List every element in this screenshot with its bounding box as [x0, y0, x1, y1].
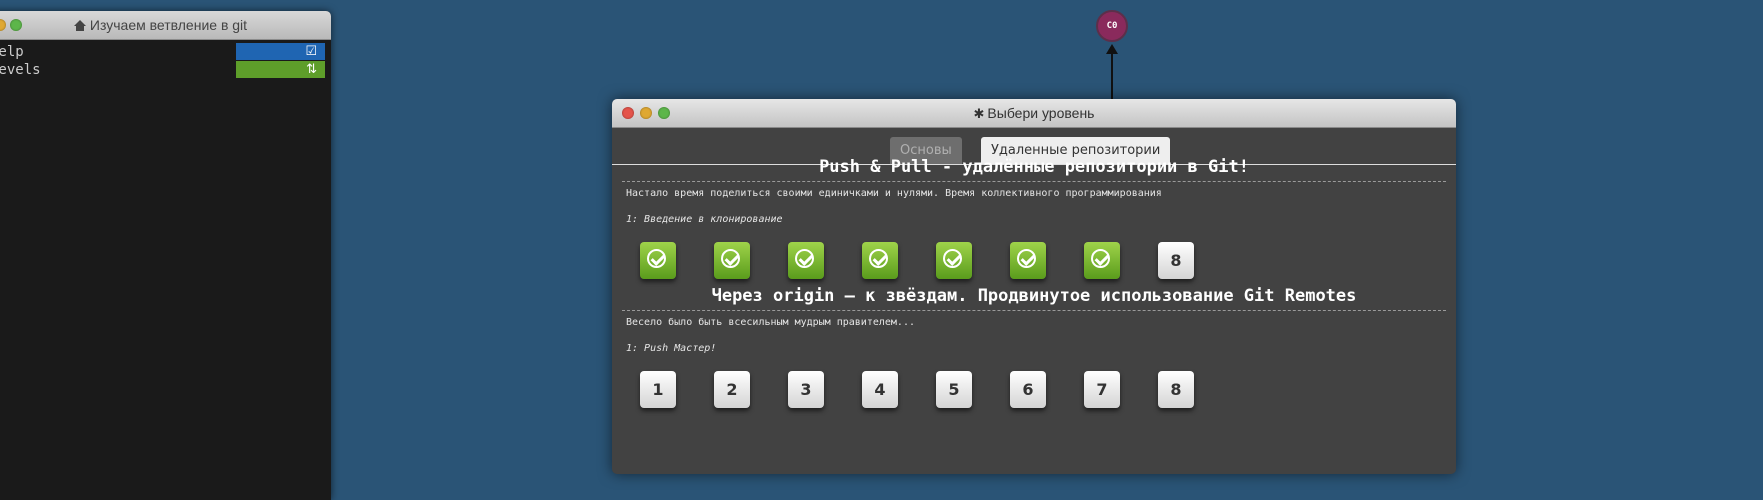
- level-button-7[interactable]: [1084, 242, 1120, 279]
- check-icon: [1017, 249, 1036, 268]
- level-button-3[interactable]: [788, 242, 824, 279]
- level-button-5[interactable]: [936, 242, 972, 279]
- level-button-8[interactable]: 8: [1158, 371, 1194, 408]
- minimize-window-button[interactable]: [0, 19, 6, 31]
- level-select-dialog: ✱ Выбери уровень Основы Удаленные репозит…: [612, 99, 1456, 474]
- check-icon: [721, 249, 740, 268]
- section-description: Настало время поделиться своими единичка…: [626, 188, 1162, 199]
- sort-arrows-icon: ⇅: [306, 62, 317, 77]
- minimize-window-button[interactable]: [640, 107, 652, 119]
- command-help[interactable]: help ☑: [0, 43, 331, 61]
- level-button-7[interactable]: 7: [1084, 371, 1120, 408]
- level-button-4[interactable]: [862, 242, 898, 279]
- level-button-2[interactable]: [714, 242, 750, 279]
- section-title: Через origin – к звёздам. Продвинутое ис…: [711, 286, 1357, 306]
- level-button-6[interactable]: 6: [1010, 371, 1046, 408]
- commit-node[interactable]: C0: [1096, 10, 1128, 42]
- check-icon: [647, 249, 666, 268]
- command-text: levels: [0, 62, 41, 78]
- section-divider: [622, 310, 1446, 311]
- section-divider: [622, 181, 1446, 182]
- level-row: 1 2 3 4 5 6 7 8: [640, 371, 1420, 413]
- level-button-3[interactable]: 3: [788, 371, 824, 408]
- maximize-window-button[interactable]: [658, 107, 670, 119]
- terminal-window: Изучаем ветвление в git help ☑ levels ⇅: [0, 11, 331, 500]
- current-level-name: 1: Push Мастер!: [626, 343, 717, 354]
- command-status-bar: ⇅: [236, 61, 325, 78]
- checkbox-icon: ☑: [305, 44, 317, 59]
- check-icon: [869, 249, 888, 268]
- command-text: help: [0, 44, 24, 60]
- check-icon: [1091, 249, 1110, 268]
- level-button-2[interactable]: 2: [714, 371, 750, 408]
- level-button-1[interactable]: [640, 242, 676, 279]
- current-level-name: 1: Введение в клонирование: [626, 214, 783, 225]
- dialog-titlebar: ✱ Выбери уровень: [612, 99, 1456, 128]
- level-button-4[interactable]: 4: [862, 371, 898, 408]
- home-icon: [73, 20, 86, 31]
- section-title: Push & Pull - удалённые репозитории в Gi…: [819, 157, 1249, 177]
- level-button-8[interactable]: 8: [1158, 242, 1194, 279]
- level-button-5[interactable]: 5: [936, 371, 972, 408]
- level-row: 8: [640, 242, 1420, 284]
- maximize-window-button[interactable]: [10, 19, 22, 31]
- section-description: Весело было быть всесильным мудрым прави…: [626, 317, 915, 328]
- dialog-title: Выбери уровень: [987, 105, 1095, 121]
- gear-icon: ✱: [973, 106, 985, 121]
- check-icon: [943, 249, 962, 268]
- command-levels[interactable]: levels ⇅: [0, 61, 331, 79]
- branch-arrow-line: [1111, 52, 1113, 100]
- level-button-1[interactable]: 1: [640, 371, 676, 408]
- level-button-6[interactable]: [1010, 242, 1046, 279]
- terminal-titlebar: Изучаем ветвление в git: [0, 11, 331, 40]
- command-status-bar: ☑: [236, 43, 325, 60]
- close-window-button[interactable]: [622, 107, 634, 119]
- check-icon: [795, 249, 814, 268]
- terminal-title: Изучаем ветвление в git: [89, 17, 248, 33]
